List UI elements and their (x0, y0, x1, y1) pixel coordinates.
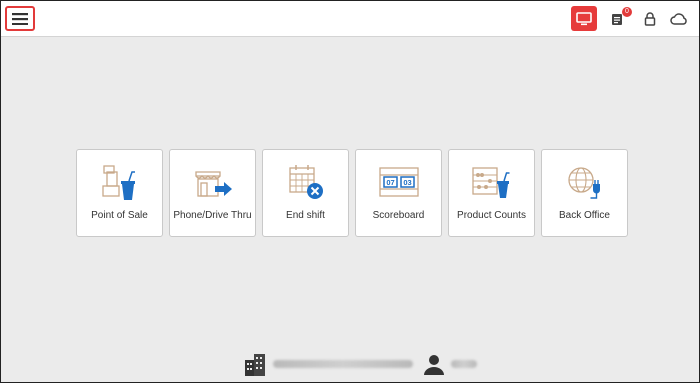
menu-button[interactable] (5, 6, 35, 31)
tile-end-shift[interactable]: End shift (262, 149, 349, 237)
back-office-icon (567, 167, 600, 199)
orders-button[interactable]: 0 (605, 6, 632, 31)
store-name-redacted (273, 360, 413, 368)
user-icon (424, 355, 444, 375)
hamburger-menu-icon (12, 12, 28, 25)
tile-label: End shift (286, 210, 325, 221)
store-building-icon (245, 354, 265, 376)
tile-scoreboard[interactable]: 07 03 Scoreboard (355, 149, 442, 237)
product-counts-icon (471, 167, 509, 198)
tile-label: Product Counts (457, 210, 526, 221)
user-name-redacted (451, 360, 477, 368)
tile-product-counts[interactable]: Product Counts (448, 149, 535, 237)
tile-label: Scoreboard (372, 210, 425, 221)
tile-label: Phone/Drive Thru (173, 210, 252, 221)
tile-label: Point of Sale (91, 210, 148, 221)
tile-back-office[interactable]: Back Office (541, 149, 628, 237)
app-window: 0 Point of Sale Phone/Drive Thru End shi… (0, 0, 700, 383)
phone-drive-thru-icon (194, 171, 232, 197)
tile-point-of-sale[interactable]: Point of Sale (76, 149, 163, 237)
point-of-sale-icon (101, 165, 135, 200)
display-icon (576, 11, 592, 25)
cloud-button[interactable] (666, 6, 692, 31)
lock-icon (644, 11, 656, 26)
tile-label: Back Office (559, 210, 610, 221)
end-shift-icon (288, 165, 323, 199)
top-bar: 0 (1, 1, 699, 37)
lock-button[interactable] (637, 6, 663, 31)
orders-badge: 0 (622, 7, 632, 17)
scoreboard-digits-left: 07 (386, 178, 394, 187)
scoreboard-digits-right: 03 (403, 178, 411, 187)
scoreboard-icon: 07 03 (378, 167, 419, 197)
display-button[interactable] (571, 6, 597, 31)
footer-status (243, 352, 477, 376)
tile-phone-drive-thru[interactable]: Phone/Drive Thru (169, 149, 256, 237)
app-tiles: Point of Sale Phone/Drive Thru End shift… (76, 149, 628, 237)
cloud-icon (670, 12, 687, 25)
